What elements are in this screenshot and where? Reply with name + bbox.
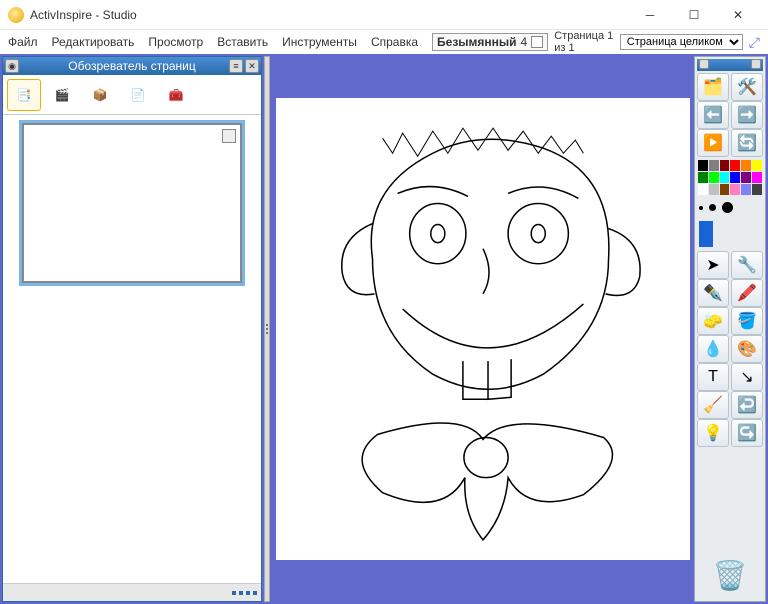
menubar: Файл Редактировать Просмотр Вставить Инс… xyxy=(0,30,768,54)
color-swatch[interactable] xyxy=(752,172,762,183)
color-swatch[interactable] xyxy=(698,172,708,183)
browser-menu-icon[interactable]: ≡ xyxy=(229,59,243,73)
tool-undo[interactable]: ↩️ xyxy=(731,391,763,419)
thumbnail-menu-icon[interactable] xyxy=(222,129,236,143)
tool-eraser[interactable]: 🧽 xyxy=(697,307,729,335)
app-title: ActivInspire - Studio xyxy=(30,8,137,22)
color-swatch[interactable] xyxy=(752,160,762,171)
page-thumbnail[interactable] xyxy=(22,123,242,283)
color-swatch[interactable] xyxy=(730,172,740,183)
strip-menu-icon[interactable] xyxy=(751,59,761,69)
menu-edit[interactable]: Редактировать xyxy=(52,35,135,49)
titlebar: ActivInspire - Studio ─ ☐ ✕ xyxy=(0,0,768,30)
browser-footer xyxy=(3,583,261,601)
color-swatch[interactable] xyxy=(730,184,740,195)
app-icon xyxy=(8,7,24,23)
menu-view[interactable]: Просмотр xyxy=(148,35,203,49)
color-swatch[interactable] xyxy=(741,160,751,171)
tool-tools[interactable]: 🔧 xyxy=(731,251,763,279)
tool-next-page[interactable]: ➡️ xyxy=(731,101,763,129)
tool-prev-page[interactable]: ⬅️ xyxy=(697,101,729,129)
browser-tab-strip: 📑🎬📦📄🧰 xyxy=(3,75,261,115)
drawing xyxy=(276,98,690,560)
doc-tab-index: 4 xyxy=(521,35,528,49)
page-browser-panel: ◉ Обозреватель страниц ≡ ✕ 📑🎬📦📄🧰 xyxy=(2,56,262,602)
color-swatch[interactable] xyxy=(720,172,730,183)
color-swatch[interactable] xyxy=(709,160,719,171)
color-swatch[interactable] xyxy=(698,160,708,171)
tool-text[interactable]: T xyxy=(697,363,729,391)
doc-tab-icon xyxy=(531,36,543,48)
tool-strip-header xyxy=(697,59,763,71)
menu-help[interactable]: Справка xyxy=(371,35,418,49)
tool-play[interactable]: ▶️ xyxy=(697,129,729,157)
browser-pin-icon[interactable]: ◉ xyxy=(5,59,19,73)
color-swatch[interactable] xyxy=(752,184,762,195)
menu-insert[interactable]: Вставить xyxy=(217,35,268,49)
browser-body xyxy=(3,115,261,583)
document-tab[interactable]: Безымянный 4 xyxy=(432,33,548,51)
workspace: ◉ Обозреватель страниц ≡ ✕ 📑🎬📦📄🧰 xyxy=(0,54,768,604)
color-swatch[interactable] xyxy=(741,172,751,183)
tool-select[interactable]: ➤ xyxy=(697,251,729,279)
current-color-swatch[interactable] xyxy=(699,221,713,247)
brush-sizes xyxy=(697,198,763,217)
strip-pin-icon[interactable] xyxy=(699,59,709,69)
tool-strip: 🗂️🛠️⬅️➡️▶️🔄 ➤🔧✒️🖍️🧽🪣💧🎨T↘🧹↩️💡↪️ 🗑️ xyxy=(694,56,766,602)
color-swatch[interactable] xyxy=(698,184,708,195)
tool-settings[interactable]: 🛠️ xyxy=(731,73,763,101)
page-indicator: Страница 1 из 1 xyxy=(554,30,614,54)
tool-main-menu[interactable]: 🗂️ xyxy=(697,73,729,101)
close-button[interactable]: ✕ xyxy=(716,1,760,29)
tool-spotlight[interactable]: 💡 xyxy=(697,419,729,447)
canvas[interactable] xyxy=(276,98,690,560)
size-large[interactable] xyxy=(722,202,733,213)
doc-tab-label: Безымянный xyxy=(437,35,517,49)
tool-highlighter[interactable]: 🖍️ xyxy=(731,279,763,307)
trash-bin-icon[interactable]: 🗑️ xyxy=(708,553,752,597)
browser-tab-objects[interactable]: 📦 xyxy=(83,79,117,111)
tool-fill[interactable]: 🪣 xyxy=(731,307,763,335)
window-controls: ─ ☐ ✕ xyxy=(628,1,760,29)
color-swatch[interactable] xyxy=(720,160,730,171)
color-swatch[interactable] xyxy=(741,184,751,195)
color-swatch[interactable] xyxy=(730,160,740,171)
color-palette xyxy=(697,159,763,196)
tool-reset[interactable]: 🔄 xyxy=(731,129,763,157)
tool-picker[interactable]: 💧 xyxy=(697,335,729,363)
menu-file[interactable]: Файл xyxy=(8,35,38,49)
color-swatch[interactable] xyxy=(720,184,730,195)
browser-close-icon[interactable]: ✕ xyxy=(245,59,259,73)
menu-tools[interactable]: Инструменты xyxy=(282,35,357,49)
color-swatch[interactable] xyxy=(709,184,719,195)
fullscreen-icon[interactable]: ⤢ xyxy=(749,34,760,51)
browser-drag-handle[interactable] xyxy=(264,56,270,602)
browser-tab-properties[interactable]: 🧰 xyxy=(159,79,193,111)
tool-connector[interactable]: ↘ xyxy=(731,363,763,391)
browser-title: Обозреватель страниц xyxy=(68,59,196,73)
tool-redo[interactable]: ↪️ xyxy=(731,419,763,447)
browser-tab-pages[interactable]: 📑 xyxy=(7,79,41,111)
size-medium[interactable] xyxy=(709,204,716,211)
minimize-button[interactable]: ─ xyxy=(628,1,672,29)
browser-tab-notes[interactable]: 📄 xyxy=(121,79,155,111)
maximize-button[interactable]: ☐ xyxy=(672,1,716,29)
document-tab-area: Безымянный 4 Страница 1 из 1 Страница це… xyxy=(432,30,760,54)
browser-title-bar: ◉ Обозреватель страниц ≡ ✕ xyxy=(3,57,261,75)
tool-clear[interactable]: 🧹 xyxy=(697,391,729,419)
tool-pen[interactable]: ✒️ xyxy=(697,279,729,307)
color-swatch[interactable] xyxy=(709,172,719,183)
zoom-select[interactable]: Страница целиком xyxy=(620,34,743,50)
browser-tab-resources[interactable]: 🎬 xyxy=(45,79,79,111)
tool-shapes[interactable]: 🎨 xyxy=(731,335,763,363)
size-small[interactable] xyxy=(699,206,703,210)
